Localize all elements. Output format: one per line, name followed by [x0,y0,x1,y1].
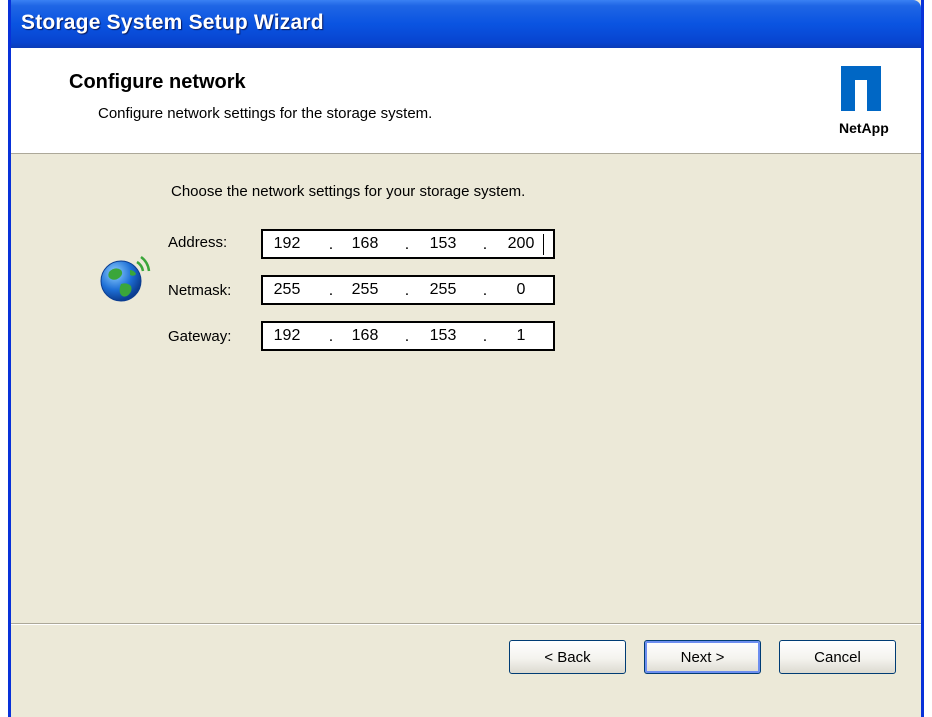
netmask-octet-3[interactable]: 255 [421,281,465,299]
wizard-content: Choose the network settings for your sto… [11,154,921,624]
back-button[interactable]: < Back [509,640,626,674]
title-bar[interactable]: Storage System Setup Wizard [11,0,921,48]
netmask-input[interactable]: 255 . 255 . 255 . 0 [261,275,555,305]
page-title: Configure network [69,71,246,93]
wizard-header: Configure network Configure network sett… [11,48,921,154]
gateway-label: Gateway: [168,328,232,345]
address-label: Address: [168,234,228,251]
cancel-button[interactable]: Cancel [779,640,896,674]
button-divider [11,623,921,625]
address-input[interactable]: 192 . 168 . 153 . 200 [261,229,555,259]
window-title: Storage System Setup Wizard [21,11,324,34]
address-octet-2[interactable]: 168 [343,235,387,253]
octet-separator: . [404,236,410,253]
wizard-window: Storage System Setup Wizard Configure ne… [8,0,924,717]
octet-separator: . [482,236,488,253]
netmask-octet-4[interactable]: 0 [499,281,543,299]
gateway-octet-3[interactable]: 153 [421,327,465,345]
next-button[interactable]: Next > [644,640,761,674]
gateway-input[interactable]: 192 . 168 . 153 . 1 [261,321,555,351]
gateway-octet-4[interactable]: 1 [499,327,543,345]
netmask-label: Netmask: [168,282,232,299]
octet-separator: . [404,328,410,345]
address-octet-4[interactable]: 200 [499,235,543,253]
octet-separator: . [404,282,410,299]
gateway-octet-1[interactable]: 192 [265,327,309,345]
address-octet-3[interactable]: 153 [421,235,465,253]
netapp-logo: NetApp [839,66,909,146]
netmask-octet-2[interactable]: 255 [343,281,387,299]
logo-text: NetApp [839,120,889,136]
address-octet-1[interactable]: 192 [265,235,309,253]
text-caret [543,234,544,255]
octet-separator: . [328,282,334,299]
netapp-logo-icon [841,66,881,111]
octet-separator: . [328,236,334,253]
octet-separator: . [482,282,488,299]
netmask-octet-1[interactable]: 255 [265,281,309,299]
network-globe-icon [100,255,151,302]
octet-separator: . [328,328,334,345]
gateway-octet-2[interactable]: 168 [343,327,387,345]
octet-separator: . [482,328,488,345]
page-subtitle: Configure network settings for the stora… [98,105,433,122]
intro-text: Choose the network settings for your sto… [171,183,526,200]
